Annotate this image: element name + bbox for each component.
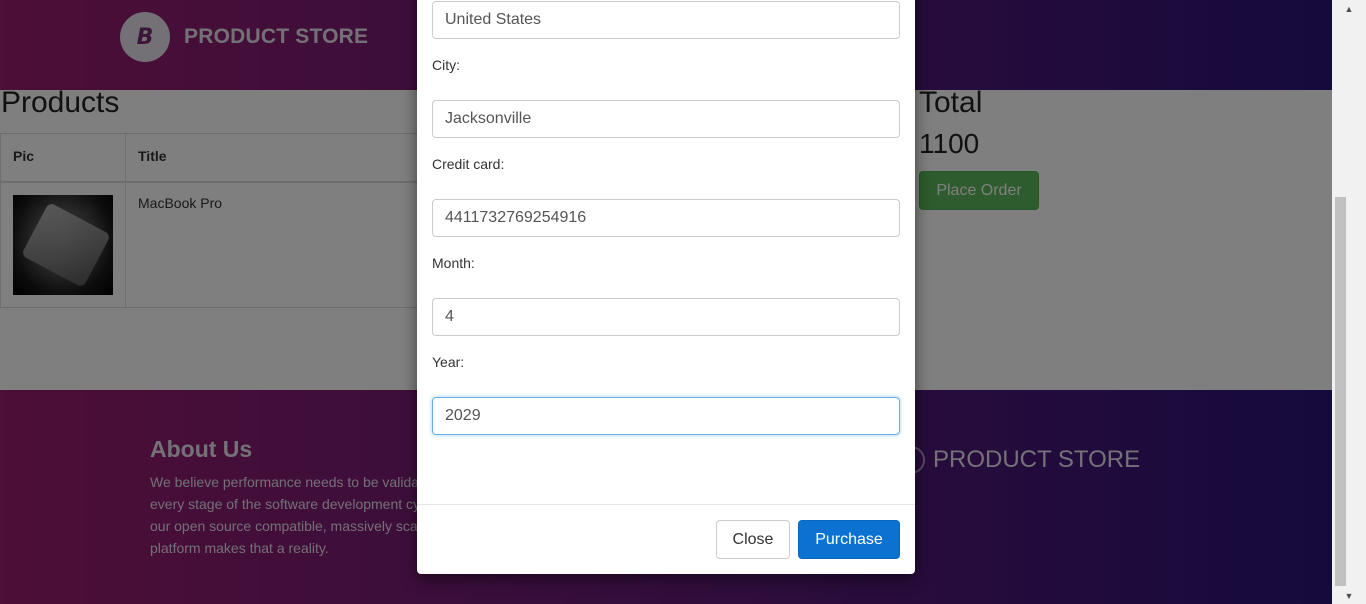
purchase-button[interactable]: Purchase (798, 520, 900, 559)
country-input[interactable] (432, 1, 900, 39)
month-input[interactable] (432, 298, 900, 336)
scrollbar[interactable]: ▲ ▼ (1332, 0, 1366, 604)
scroll-down-arrow-icon[interactable]: ▼ (1332, 587, 1366, 604)
month-label: Month: (432, 255, 475, 271)
city-input[interactable] (432, 100, 900, 138)
city-label: City: (432, 57, 460, 73)
scrollbar-thumb[interactable] (1335, 197, 1346, 586)
credit-card-input[interactable] (432, 199, 900, 237)
close-button[interactable]: Close (716, 520, 790, 559)
place-order-modal: City: Credit card: Month: Year: Close Pu… (417, 0, 915, 574)
modal-footer-divider (417, 504, 915, 505)
credit-card-label: Credit card: (432, 156, 505, 172)
scroll-up-arrow-icon[interactable]: ▲ (1332, 0, 1366, 17)
year-label: Year: (432, 354, 465, 370)
page: B PRODUCT STORE Products Pic Title MacBo… (0, 0, 1332, 604)
year-input[interactable] (432, 397, 900, 435)
